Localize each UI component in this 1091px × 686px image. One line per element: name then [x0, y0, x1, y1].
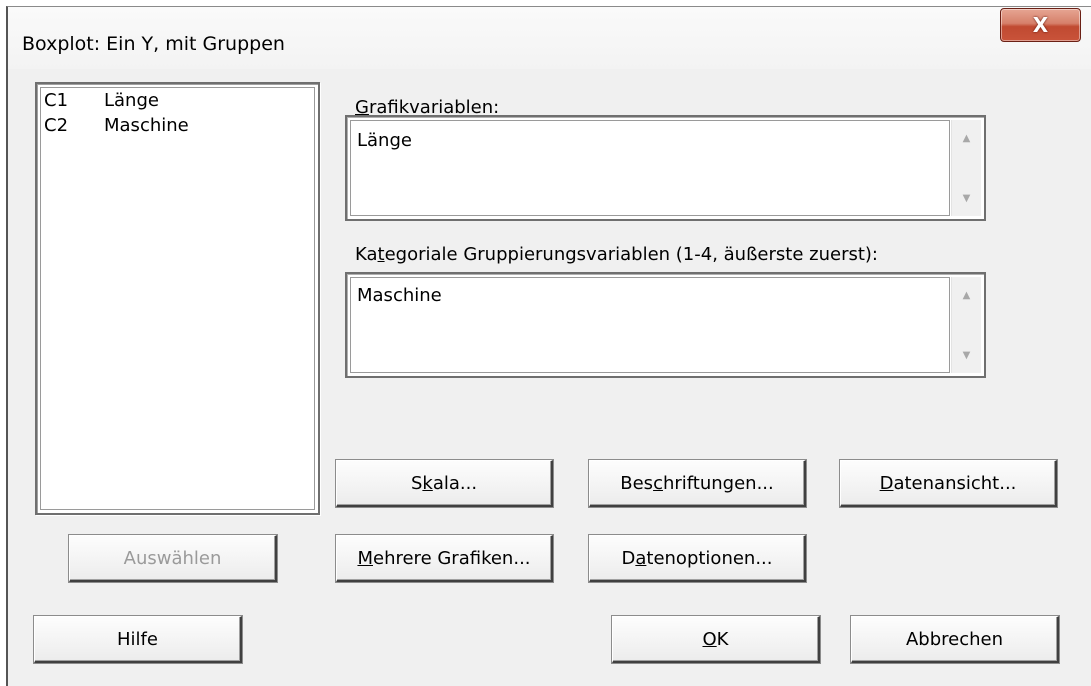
scroll-down-icon[interactable]: ▼ [952, 194, 981, 204]
close-icon: X [1032, 13, 1049, 37]
help-button[interactable]: Hilfe [34, 616, 242, 663]
scroll-up-icon[interactable]: ▲ [952, 134, 981, 144]
scroll-up-icon[interactable]: ▲ [952, 291, 981, 301]
variables-list-frame [40, 87, 315, 510]
scroll-down-icon[interactable]: ▼ [952, 351, 981, 361]
graph-variables-input-frame [350, 120, 950, 216]
cancel-button[interactable]: Abbrechen [851, 616, 1059, 663]
multiple-graphs-button[interactable]: Mehrere Grafiken... [336, 535, 553, 582]
variable-name[interactable]: Maschine [104, 115, 189, 136]
window-title: Boxplot: Ein Y, mit Gruppen [22, 33, 285, 55]
labels-button[interactable]: Bes c hriftungen... [589, 460, 806, 507]
group-variables-value: Maschine [357, 285, 442, 306]
group-variables-label: Kategoriale Gruppierungsvariablen (1-4, … [355, 244, 878, 265]
variable-column-id[interactable]: C2 [44, 115, 68, 136]
variable-name[interactable]: Länge [104, 90, 159, 111]
data-view-button[interactable]: Datenansicht... [840, 460, 1057, 507]
variable-column-id[interactable]: C1 [44, 90, 68, 111]
graph-variables-value: Länge [357, 130, 412, 151]
scale-button[interactable]: Sk ala... [336, 460, 553, 507]
close-button[interactable]: X [1000, 8, 1081, 42]
ok-button[interactable]: OK [612, 616, 820, 663]
group-variables-scrollbar[interactable]: ▲ ▼ [951, 277, 981, 373]
data-options-button[interactable]: Da tenoptionen... [589, 535, 806, 582]
graph-variables-scrollbar[interactable]: ▲ ▼ [951, 120, 981, 216]
select-button[interactable]: Auswählen [69, 535, 277, 582]
